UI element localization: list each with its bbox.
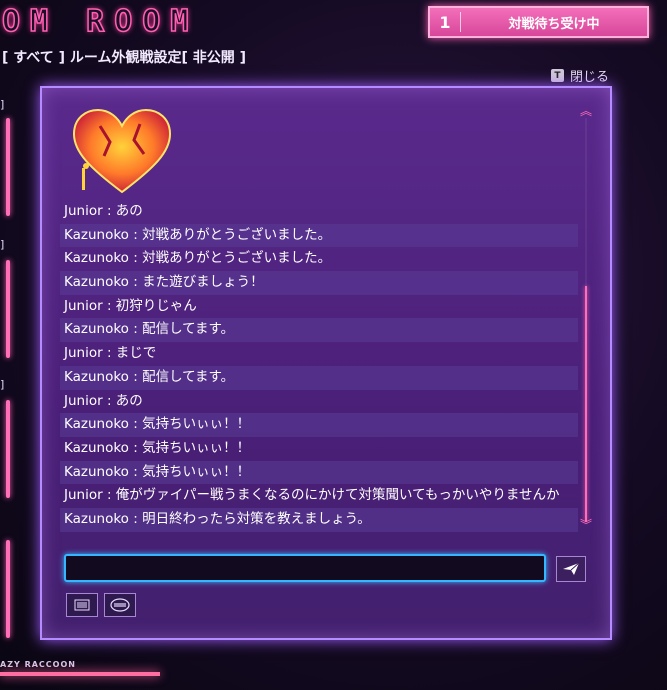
status-label: 対戦待ち受け中 [508, 16, 600, 32]
chat-input[interactable] [64, 554, 546, 582]
status-number: 1 [439, 12, 451, 32]
chat-message: Kazunoko : また遊びましょう！ [60, 271, 578, 295]
match-status-badge[interactable]: 1 対戦待ち受け中 [428, 6, 649, 38]
key-t-icon: T [551, 69, 564, 82]
chat-message: Junior : 俺がヴァイパー戦うまくなるのにかけて対策聞いてもっかいやりませ… [64, 487, 560, 504]
chat-message: Junior : 初狩りじゃん [64, 297, 197, 314]
status-divider [460, 12, 461, 32]
message-list: Junior : あの Kazunoko : 対戦ありがとうございました。 Ka… [60, 200, 578, 532]
close-label: 閉じる [570, 70, 610, 85]
heart-avatar-icon [72, 108, 172, 194]
chat-message: Kazunoko : 気持ちいぃぃ！！ [60, 460, 578, 485]
chevron-up-icon[interactable]: ︽ [580, 105, 592, 117]
bottom-tag: AZY RACCOON [0, 660, 76, 669]
chat-log-button[interactable] [66, 593, 98, 617]
rail-segment [6, 118, 10, 216]
send-button[interactable] [556, 556, 586, 582]
chat-message: Kazunoko : 気持ちいぃぃ！！ [64, 439, 251, 456]
chevron-down-icon[interactable]: ︾ [580, 519, 592, 531]
chat-message: Kazunoko : 対戦ありがとうございました。 [60, 223, 578, 248]
close-button[interactable]: T 閉じる [551, 66, 609, 85]
rail-bracket-icon: ] [0, 378, 5, 391]
rail-bracket-icon: ] [0, 98, 5, 111]
chat-message: Junior : あの [64, 392, 143, 409]
list-icon [74, 599, 90, 611]
room-filter-settings: [ すべて ] ルーム外観戦設定[ 非公開 ] [2, 50, 247, 66]
rail-bracket-icon: ] [0, 238, 5, 251]
chat-message: Junior : まじで [64, 345, 157, 362]
rail-segment [6, 540, 10, 638]
paper-plane-icon [563, 562, 580, 575]
bottom-glow-bar [0, 672, 160, 676]
chat-message: Kazunoko : 配信してます。 [60, 318, 578, 343]
rail-segment [6, 260, 10, 358]
left-side-rail: ] ] ] [0, 92, 20, 652]
chat-message: Kazunoko : 明日終わったら対策を教えましょう。 [60, 507, 578, 532]
chat-message: Kazunoko : 対戦ありがとうございました。 [64, 250, 332, 267]
chat-panel: ︽ ︾ Junior : あの Kazunoko : 対戦ありがとうございました… [40, 86, 612, 640]
stamp-icon [110, 598, 130, 612]
chat-message: Kazunoko : 気持ちいぃぃ！！ [60, 413, 578, 437]
room-title: OM ROOM [1, 3, 199, 40]
stamp-button[interactable] [104, 593, 136, 617]
chat-message: Junior : あの [64, 203, 143, 219]
rail-segment [6, 400, 10, 498]
chat-message: Kazunoko : 配信してます。 [60, 365, 578, 390]
scrollbar-thumb[interactable] [585, 286, 587, 522]
